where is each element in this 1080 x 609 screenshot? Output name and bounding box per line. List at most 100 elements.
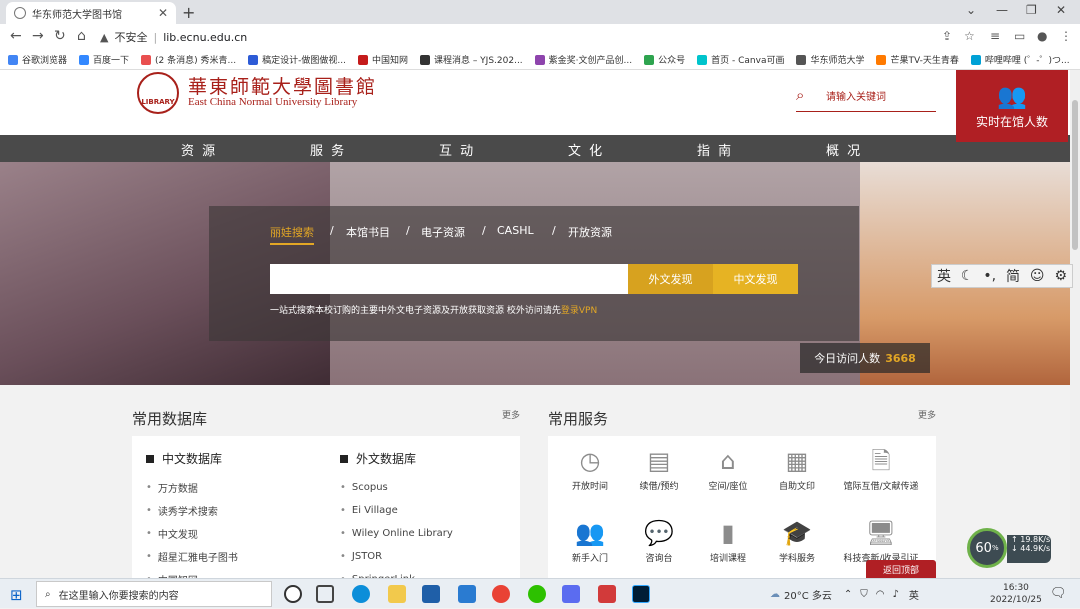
logo-english-name[interactable]: East China Normal University Library <box>188 96 357 108</box>
nav-guide[interactable]: 指 南 <box>697 140 733 159</box>
nav-culture[interactable]: 文 化 <box>568 140 604 159</box>
foreign-discovery-button[interactable]: 外文发现 <box>628 264 713 294</box>
service-self-print[interactable]: ▦ 自助文印 <box>759 446 835 492</box>
services-more-link[interactable]: 更多 <box>918 408 936 421</box>
edge-icon[interactable] <box>352 585 370 603</box>
app-icon[interactable] <box>562 585 580 603</box>
weather-text[interactable]: 20°C 多云 <box>784 587 832 602</box>
db-link[interactable]: Ei Village <box>340 499 453 522</box>
bookmark-item[interactable]: 紫金奖·文创产品创... <box>534 53 632 66</box>
tab-close-icon[interactable]: ✕ <box>158 6 168 20</box>
search-icon[interactable]: ⌕ <box>796 86 804 104</box>
library-seal-logo[interactable]: LIBRARY <box>137 72 179 114</box>
nav-resources[interactable]: 资 源 <box>181 140 217 159</box>
service-help-desk[interactable]: 💬 咨询台 <box>621 518 697 564</box>
taskbar-search-box[interactable]: ⌕ 在这里输入你要搜索的内容 <box>36 581 272 607</box>
db-link[interactable]: 超星汇雅电子图书 <box>146 545 238 568</box>
reading-list-icon[interactable]: ≡ <box>990 29 1000 43</box>
forward-icon[interactable]: → <box>32 28 44 44</box>
chrome-icon[interactable] <box>492 585 510 603</box>
bookmark-item[interactable]: 芒果TV-天生青春 <box>876 53 959 66</box>
network-speed-widget[interactable]: 60% ↑ 19.8K/s ↓ 44.9K/s <box>967 528 1055 568</box>
file-explorer-icon[interactable] <box>388 585 406 603</box>
db-link[interactable]: 中国知网 <box>146 568 238 578</box>
photoshop-icon[interactable] <box>632 585 650 603</box>
new-tab-button[interactable]: + <box>182 3 195 22</box>
page-scrollbar[interactable] <box>1070 70 1080 578</box>
bookmark-item[interactable]: (2 条消息) 秀米青... <box>141 53 236 66</box>
bookmark-item[interactable]: 华东师范大学 <box>796 53 864 66</box>
nav-overview[interactable]: 概 况 <box>826 140 862 159</box>
window-close-button[interactable]: ✕ <box>1056 3 1066 17</box>
notification-icon[interactable]: 🗨 <box>1050 586 1067 601</box>
tab-cashl[interactable]: CASHL <box>497 224 534 237</box>
bookmark-item[interactable]: 哔哩哔哩 (゜-゜)つ... <box>970 53 1070 66</box>
nav-services[interactable]: 服 务 <box>310 140 346 159</box>
db-link[interactable]: SpringerLink <box>340 568 453 578</box>
smiley-icon[interactable]: ☺ <box>1030 268 1045 284</box>
service-space-seat[interactable]: ⌂ 空间/座位 <box>690 446 766 492</box>
service-interlibrary-loan[interactable]: 🗎 馆际互借/文献传递 <box>843 446 919 492</box>
wechat-icon[interactable] <box>528 585 546 603</box>
bookmark-star-icon[interactable]: ☆ <box>964 29 975 43</box>
bookmark-item[interactable]: 中国知网 <box>357 53 408 66</box>
home-icon[interactable]: ⌂ <box>77 28 86 44</box>
service-novelty-search[interactable]: 🖥 科技查新/收录引证 <box>843 518 919 564</box>
bookmark-item[interactable]: 首页 - Canva可画 <box>697 53 784 66</box>
maximize-button[interactable]: ❐ <box>1026 3 1037 17</box>
back-to-top-button[interactable]: 返回顶部 <box>866 560 936 578</box>
service-opening-hours[interactable]: ◷ 开放时间 <box>552 446 628 492</box>
bookmark-item[interactable]: 百度一下 <box>79 53 129 66</box>
simplified-toggle-icon[interactable]: 简 <box>1006 266 1020 286</box>
service-subject[interactable]: 🎓 学科服务 <box>759 518 835 564</box>
menu-icon[interactable]: ⋮ <box>1060 29 1072 43</box>
bookmark-item[interactable]: 稿定设计-做图做视... <box>248 53 346 66</box>
store-icon[interactable] <box>422 585 440 603</box>
bookmark-item[interactable]: 公众号 <box>644 53 685 66</box>
profile-icon[interactable]: ● <box>1037 29 1047 43</box>
db-link[interactable]: 中文发现 <box>146 522 238 545</box>
browser-tab[interactable]: 华东师范大学图书馆 ✕ <box>6 2 176 24</box>
minimize-button[interactable]: — <box>996 3 1008 17</box>
site-search-placeholder[interactable]: 请输入关键词 <box>826 88 886 103</box>
omnibox[interactable]: ▲ 不安全 | lib.ecnu.edu.cn <box>100 27 930 47</box>
tab-open-resources[interactable]: 开放资源 <box>568 224 612 240</box>
db-link[interactable]: 读秀学术搜索 <box>146 499 238 522</box>
gear-icon[interactable]: ⚙ <box>1054 268 1067 284</box>
chinese-discovery-button[interactable]: 中文发现 <box>713 264 798 294</box>
back-icon[interactable]: ← <box>10 28 22 44</box>
db-link[interactable]: JSTOR <box>340 545 453 568</box>
live-visitor-count-button[interactable]: 👥 实时在馆人数 <box>956 70 1068 142</box>
bookmark-item[interactable]: 课程消息 – YJS.202... <box>419 53 523 66</box>
shield-icon[interactable]: ⛉ <box>860 589 868 600</box>
cortana-icon[interactable] <box>284 585 302 603</box>
volume-icon[interactable]: ♪ <box>893 589 899 600</box>
wifi-icon[interactable]: ◠ <box>876 589 885 600</box>
share-icon[interactable]: ⇪ <box>942 29 952 43</box>
sidepanel-icon[interactable]: ▭ <box>1014 29 1025 43</box>
vpn-login-link[interactable]: 登录VPN <box>561 306 597 316</box>
db-link[interactable]: Wiley Online Library <box>340 522 453 545</box>
url-text[interactable]: lib.ecnu.edu.cn <box>163 31 247 44</box>
english-toggle-icon[interactable]: 英 <box>937 266 951 286</box>
tab-search-icon[interactable]: ⌄ <box>966 3 976 17</box>
db-link[interactable]: Scopus <box>340 476 453 499</box>
service-getting-started[interactable]: 👥 新手入门 <box>552 518 628 564</box>
moon-icon[interactable]: ☾ <box>961 268 974 284</box>
tab-liwa-search[interactable]: 丽娃搜索 <box>270 224 314 245</box>
site-search-field[interactable]: ⌕ 请输入关键词 <box>796 84 936 112</box>
reload-icon[interactable]: ↻ <box>54 28 66 44</box>
windows-start-icon[interactable]: ⊞ <box>10 586 23 604</box>
db-link[interactable]: 万方数据 <box>146 476 238 499</box>
tab-catalog[interactable]: 本馆书目 <box>346 224 390 240</box>
wps-icon[interactable] <box>598 585 616 603</box>
service-training[interactable]: ▮ 培训课程 <box>690 518 766 564</box>
nav-interaction[interactable]: 互 动 <box>439 140 475 159</box>
punctuation-icon[interactable]: •, <box>983 268 996 284</box>
discovery-search-input[interactable] <box>270 264 628 294</box>
scrollbar-thumb[interactable] <box>1072 100 1078 250</box>
service-renew-reserve[interactable]: ▤ 续借/预约 <box>621 446 697 492</box>
task-view-icon[interactable] <box>316 585 334 603</box>
bookmark-item[interactable]: 谷歌浏览器 <box>8 53 67 66</box>
logo-chinese-name[interactable]: 華東師範大學圖書館 <box>188 72 377 99</box>
